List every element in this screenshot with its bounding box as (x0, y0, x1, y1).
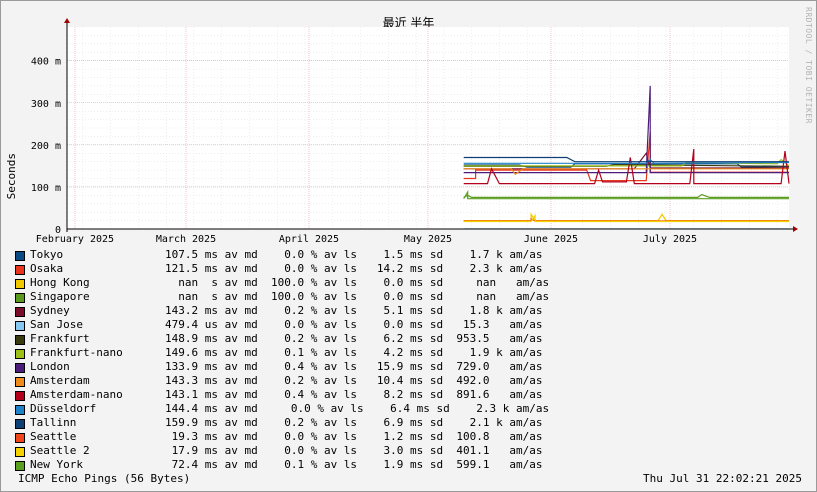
legend-name: Osaka (30, 262, 64, 275)
legend-name: Amsterdam-nano (30, 388, 123, 401)
legend-stats: 144.4 ms av md 0.0 % av ls 6.4 ms sd 2.3… (165, 402, 550, 415)
footer-timestamp: Thu Jul 31 22:02:21 2025 (643, 472, 802, 485)
legend-stats: 19.3 ms av md 0.0 % av ls 1.2 ms sd 100.… (165, 430, 543, 443)
legend-swatch (15, 363, 25, 373)
legend-row: Tallinn 159.9 ms av md 0.2 % av ls 6.9 ms… (15, 416, 615, 430)
legend-swatch (15, 377, 25, 387)
legend-row: Amsterdam-nano 143.1 ms av md 0.4 % av ls… (15, 388, 615, 402)
legend-swatch (15, 391, 25, 401)
legend-name: San Jose (30, 318, 83, 331)
y-axis-arrow (64, 18, 70, 23)
legend-name: Sydney (30, 304, 70, 317)
legend-swatch (15, 279, 25, 289)
legend-stats: 121.5 ms av md 0.0 % av ls 14.2 ms sd 2.… (165, 262, 543, 275)
legend-row: London 133.9 ms av md 0.4 % av ls 15.9 ms… (15, 360, 615, 374)
footer-caption: ICMP Echo Pings (56 Bytes) (18, 472, 191, 485)
legend-name: Tokyo (30, 248, 64, 261)
x-tick-label: July 2025 (643, 234, 697, 245)
x-tick-label: March 2025 (156, 234, 216, 245)
y-tick-label: 200 m (31, 141, 61, 152)
legend-stats: 72.4 ms av md 0.1 % av ls 1.9 ms sd 599.… (165, 458, 543, 471)
legend-swatch (15, 349, 25, 359)
legend-swatch (15, 307, 25, 317)
legend-name: New York (30, 458, 83, 471)
legend-row: Frankfurt 148.9 ms av md 0.2 % av ls 6.2 … (15, 332, 615, 346)
x-tick-label: February 2025 (36, 234, 114, 245)
legend-row: New York 72.4 ms av md 0.1 % av ls 1.9 m… (15, 458, 615, 472)
x-tick-label: April 2025 (279, 234, 339, 245)
legend-row: Amsterdam 143.3 ms av md 0.2 % av ls 10.4… (15, 374, 615, 388)
legend-row: Seattle 2 17.9 ms av md 0.0 % av ls 3.0 … (15, 444, 615, 458)
y-tick-label: 300 m (31, 99, 61, 110)
legend-name: Singapore (30, 290, 90, 303)
legend-stats: 143.3 ms av md 0.2 % av ls 10.4 ms sd 49… (165, 374, 543, 387)
legend-stats: 143.2 ms av md 0.2 % av ls 5.1 ms sd 1.8… (165, 304, 543, 317)
chart-panel: 最近 半年 RRDTOOL / TOBI OETIKER Seconds 0 10… (0, 0, 817, 492)
legend-name: London (30, 360, 70, 373)
legend-row: San Jose 479.4 us av md 0.0 % av ls 0.0 m… (15, 318, 615, 332)
legend-row: Sydney 143.2 ms av md 0.2 % av ls 5.1 ms … (15, 304, 615, 318)
x-tick-label: May 2025 (404, 234, 452, 245)
legend-stats: 479.4 us av md 0.0 % av ls 0.0 ms sd 15.… (165, 318, 543, 331)
legend-swatch (15, 251, 25, 261)
legend-row: Seattle 19.3 ms av md 0.0 % av ls 1.2 ms… (15, 430, 615, 444)
legend: Tokyo 107.5 ms av md 0.0 % av ls 1.5 ms s… (15, 248, 615, 472)
legend-name: Hong Kong (30, 276, 90, 289)
legend-row: Tokyo 107.5 ms av md 0.0 % av ls 1.5 ms s… (15, 248, 615, 262)
legend-name: Seattle 2 (30, 444, 90, 457)
legend-name: Seattle (30, 430, 77, 443)
legend-swatch (15, 433, 25, 443)
legend-swatch (15, 335, 25, 345)
legend-swatch (15, 461, 25, 471)
legend-stats: 17.9 ms av md 0.0 % av ls 3.0 ms sd 401.… (165, 444, 543, 457)
legend-stats: nan s av md 100.0 % av ls 0.0 ms sd nan … (165, 276, 550, 289)
legend-stats: 149.6 ms av md 0.1 % av ls 4.2 ms sd 1.9… (165, 346, 543, 359)
legend-swatch (15, 293, 25, 303)
legend-name: Amsterdam (30, 374, 90, 387)
y-tick-label: 400 m (31, 57, 61, 68)
legend-stats: 133.9 ms av md 0.4 % av ls 15.9 ms sd 72… (165, 360, 543, 373)
x-tick-label: June 2025 (524, 234, 578, 245)
legend-stats: nan s av md 100.0 % av ls 0.0 ms sd nan … (165, 290, 550, 303)
legend-row: Düsseldorf 144.4 ms av md 0.0 % av ls 6.4… (15, 402, 615, 416)
legend-stats: 148.9 ms av md 0.2 % av ls 6.2 ms sd 953… (165, 332, 543, 345)
x-axis-arrow (793, 226, 798, 232)
legend-swatch (15, 419, 25, 429)
legend-stats: 159.9 ms av md 0.2 % av ls 6.9 ms sd 2.1… (165, 416, 543, 429)
legend-row: Hong Kong nan s av md 100.0 % av ls 0.0 … (15, 276, 615, 290)
legend-row: Osaka 121.5 ms av md 0.0 % av ls 14.2 ms … (15, 262, 615, 276)
y-tick-label: 100 m (31, 183, 61, 194)
legend-swatch (15, 321, 25, 331)
legend-swatch (15, 405, 25, 415)
legend-name: Frankfurt (30, 332, 90, 345)
legend-row: Singapore nan s av md 100.0 % av ls 0.0 … (15, 290, 615, 304)
legend-name: Düsseldorf (30, 402, 97, 415)
legend-name: Tallinn (30, 416, 77, 429)
legend-stats: 143.1 ms av md 0.4 % av ls 8.2 ms sd 891… (165, 388, 543, 401)
legend-stats: 107.5 ms av md 0.0 % av ls 1.5 ms sd 1.7… (165, 248, 543, 261)
legend-swatch (15, 265, 25, 275)
legend-name: Frankfurt-nano (30, 346, 123, 359)
legend-row: Frankfurt-nano 149.6 ms av md 0.1 % av ls… (15, 346, 615, 360)
legend-swatch (15, 447, 25, 457)
